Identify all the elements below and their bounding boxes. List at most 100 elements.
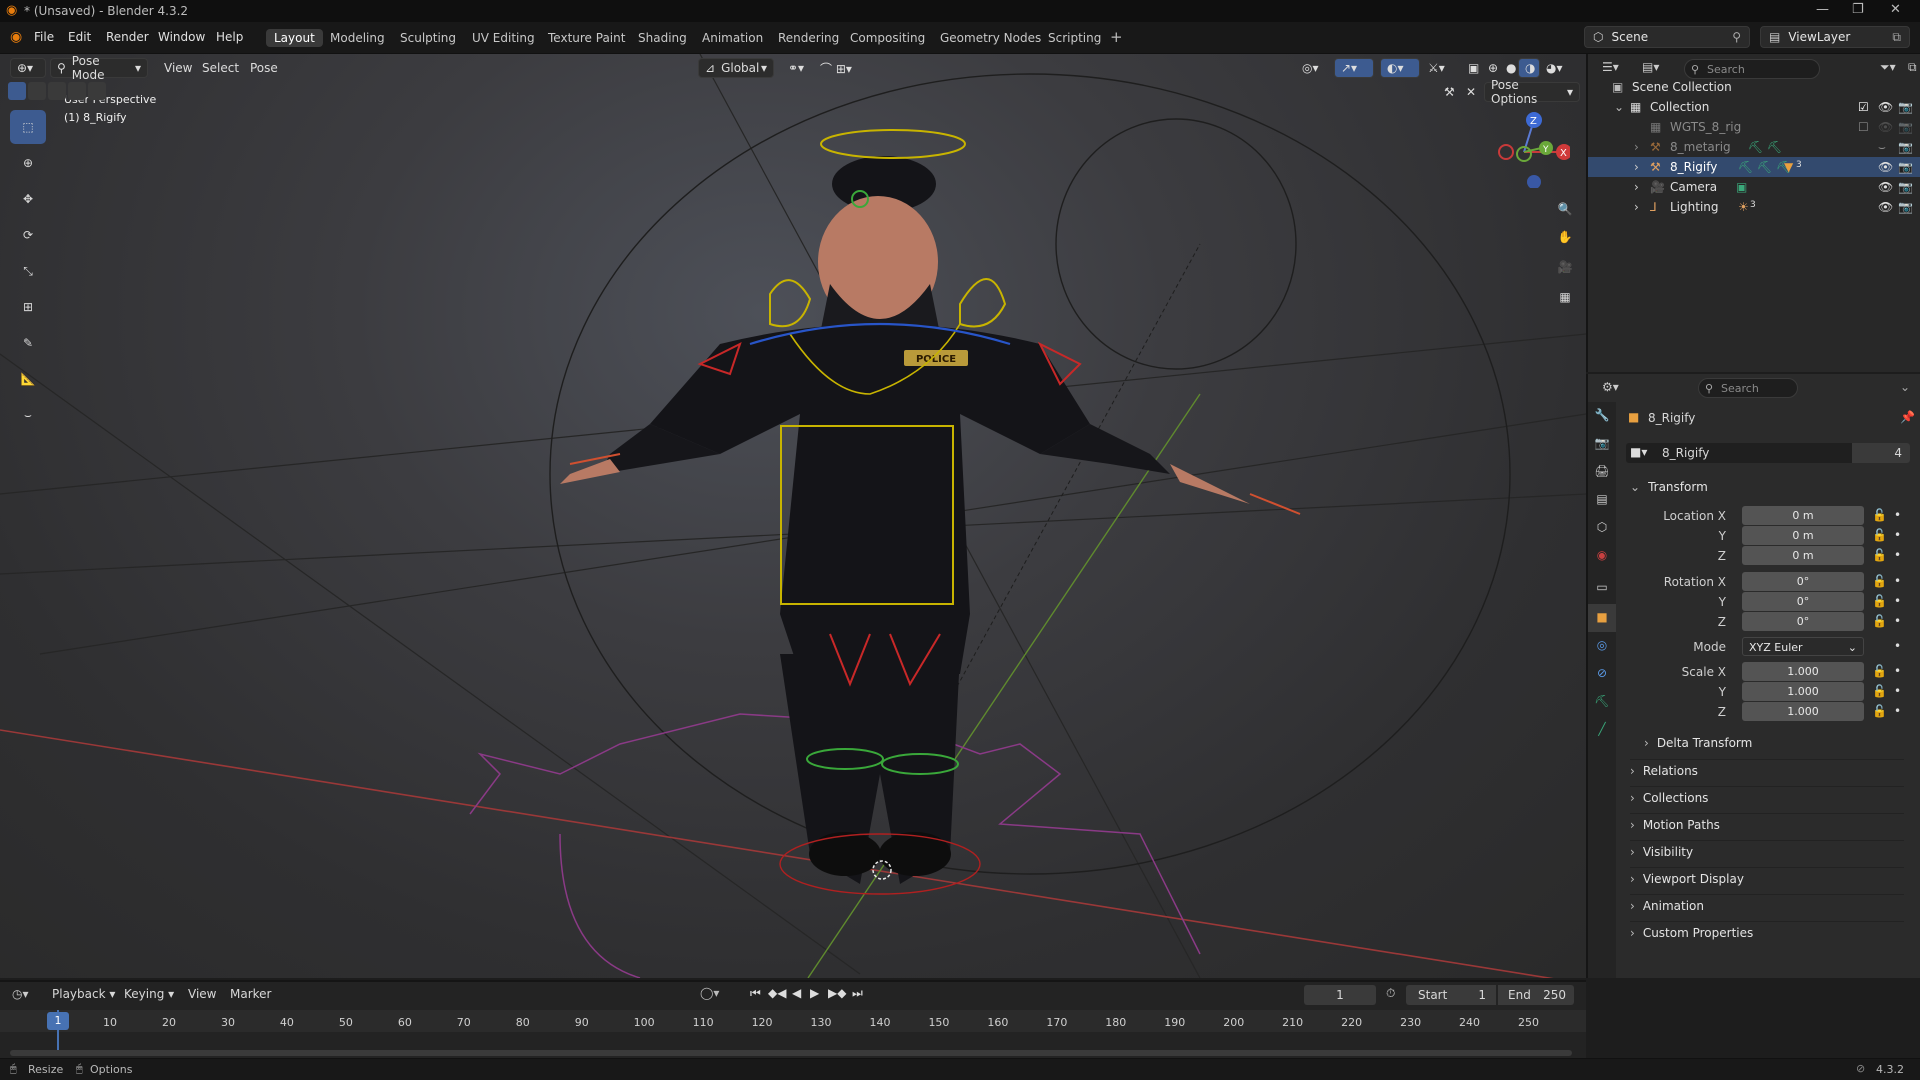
user-count[interactable]: 4 [1852, 443, 1910, 463]
keyframe-dot-icon[interactable]: • [1894, 664, 1901, 678]
location-x-field[interactable]: 0 m [1742, 506, 1864, 525]
tab-texture-paint[interactable]: Texture Paint [540, 29, 633, 47]
camera-icon[interactable]: 📷 [1898, 180, 1913, 194]
annotate-icon[interactable]: ✎ [10, 326, 46, 360]
outliner-row-collection[interactable]: ⌄ ▦ Collection ☑ 👁 📷 [1588, 97, 1920, 117]
viewlayer-selector[interactable]: ▤ ViewLayer ⧉ [1760, 26, 1910, 48]
lock-icon[interactable]: 🔓 [1872, 594, 1887, 608]
keyframe-dot-icon[interactable]: • [1894, 528, 1901, 542]
properties-editor-icon[interactable]: ⚙▾ [1602, 380, 1619, 394]
select-new-icon[interactable] [8, 82, 26, 100]
keyframe-dot-icon[interactable]: • [1894, 594, 1901, 608]
armature-data-tab-icon[interactable]: ⛏ [1588, 688, 1616, 716]
playhead-frame-label[interactable]: 1 [47, 1012, 69, 1030]
tool-tab-icon[interactable]: 🔧 [1588, 402, 1616, 430]
gizmo-toggle-icon[interactable]: ↗▾ [1334, 58, 1374, 78]
viewport-display-section[interactable]: › Viewport Display [1630, 867, 1904, 889]
bone-envelope-icon[interactable]: ⌣ [10, 398, 46, 432]
camera-icon[interactable]: 📷 [1898, 200, 1913, 214]
pose-options-button[interactable]: Pose Options ▾ [1484, 78, 1580, 106]
menu-edit[interactable]: Edit [68, 30, 91, 44]
viewport-menu-view[interactable]: View [158, 58, 198, 78]
chevron-right-icon[interactable]: › [1634, 140, 1639, 154]
tab-uv-editing[interactable]: UV Editing [464, 29, 543, 47]
object-datablock-selector[interactable]: ■▾ 8_Rigify 4 [1626, 443, 1910, 463]
outliner-row-scene-collection[interactable]: ▣ Scene Collection [1588, 77, 1920, 97]
camera-icon[interactable]: 📷 [1898, 160, 1913, 174]
hidden-eye-icon[interactable]: ⌣ [1878, 140, 1886, 155]
filter-icon[interactable]: ⏷▾ [1880, 60, 1896, 75]
select-box-icon[interactable]: ⬚ [10, 110, 46, 144]
rotation-mode-select[interactable]: XYZ Euler ⌄ [1742, 637, 1864, 656]
keyframe-dot-icon[interactable]: • [1894, 614, 1901, 628]
location-z-field[interactable]: 0 m [1742, 546, 1864, 565]
tab-geometry-nodes[interactable]: Geometry Nodes [932, 29, 1049, 47]
tab-modeling[interactable]: Modeling [322, 29, 393, 47]
lock-icon[interactable]: 🔓 [1872, 704, 1887, 718]
shading-material-icon[interactable]: ◑ [1518, 58, 1540, 78]
timeline-menu-view[interactable]: View [188, 987, 216, 1001]
camera-icon[interactable]: 📷 [1898, 120, 1913, 134]
current-frame-field[interactable]: 1 [1304, 985, 1376, 1005]
tab-animation[interactable]: Animation [694, 29, 771, 47]
keyframe-dot-icon[interactable]: • [1894, 574, 1901, 588]
orientation-selector[interactable]: ⊿ Global ▾ [698, 58, 774, 78]
play-reverse-icon[interactable]: ◀ [792, 986, 801, 1000]
camera-icon[interactable]: 📷 [1898, 140, 1913, 154]
scale-z-field[interactable]: 1.000 [1742, 702, 1864, 721]
viewport-menu-pose[interactable]: Pose [244, 58, 284, 78]
ortho-grid-icon[interactable]: ▦ [1550, 284, 1580, 310]
timeline-menu-marker[interactable]: Marker [230, 987, 271, 1001]
properties-search-input[interactable]: ⚲ Search [1698, 378, 1798, 398]
menu-window[interactable]: Window [158, 30, 205, 44]
bone-tab-icon[interactable]: ╱ [1588, 716, 1616, 744]
lock-icon[interactable]: 🔓 [1872, 548, 1887, 562]
rotation-z-field[interactable]: 0° [1742, 612, 1864, 631]
object-tab-icon[interactable]: ■ [1588, 604, 1616, 632]
menu-file[interactable]: File [34, 30, 54, 44]
armature-icon[interactable]: ⚒ [1438, 82, 1461, 102]
tab-sculpting[interactable]: Sculpting [392, 29, 464, 47]
select-invert-icon[interactable] [68, 82, 86, 100]
record-icon[interactable]: ◯▾ [700, 986, 719, 1000]
navigation-gizmo[interactable]: Z X Y [1490, 108, 1572, 189]
keyframe-dot-icon[interactable]: • [1894, 639, 1901, 653]
constraints-tab-icon[interactable]: ⊘ [1588, 660, 1616, 688]
lock-icon[interactable]: 🔓 [1872, 684, 1887, 698]
close-icon[interactable]: ✕ [1460, 82, 1482, 102]
menu-render[interactable]: Render [106, 30, 149, 44]
shading-rendered-icon[interactable]: ◕▾ [1540, 58, 1569, 78]
lock-icon[interactable]: 🔓 [1872, 508, 1887, 522]
close-icon[interactable]: ✕ [1890, 2, 1901, 17]
eye-icon[interactable]: 👁 [1878, 120, 1893, 134]
outliner-row-camera[interactable]: › 🎥 Camera ▣ 👁 📷 [1588, 177, 1920, 197]
eye-icon[interactable]: 👁 [1878, 180, 1893, 194]
cursor-icon[interactable]: ⊕ [10, 146, 46, 180]
overlay-toggle-icon[interactable]: ◐▾ [1380, 58, 1420, 78]
keyframe-dot-icon[interactable]: • [1894, 508, 1901, 522]
transform-section-header[interactable]: ⌄ Transform [1630, 476, 1904, 498]
outliner-editor-icon[interactable]: ☰▾ [1602, 60, 1619, 74]
mode-selector[interactable]: ⚲ Pose Mode ▾ [50, 54, 148, 82]
play-icon[interactable]: ▶ [810, 986, 819, 1000]
checkbox-icon[interactable]: ☑ [1858, 100, 1869, 114]
new-viewlayer-icon[interactable]: ⧉ [1892, 30, 1901, 45]
minimize-icon[interactable]: — [1816, 2, 1829, 17]
select-extend-icon[interactable] [28, 82, 46, 100]
move-icon[interactable]: ✥ [10, 182, 46, 216]
viewport-menu-select[interactable]: Select [196, 58, 245, 78]
outliner-row-metarig[interactable]: › ⚒ 8_metarig ⛏ ⛏ ⌣ 📷 [1588, 137, 1920, 157]
chevron-right-icon[interactable]: › [1634, 180, 1639, 194]
add-workspace-icon[interactable]: + [1110, 28, 1123, 46]
outliner-row-lighting[interactable]: › ⅃ Lighting ☀ 3 👁 📷 [1588, 197, 1920, 217]
editor-type-icon[interactable]: ⊕▾ [10, 58, 46, 78]
keyframe-dot-icon[interactable]: • [1894, 548, 1901, 562]
physics-tab-icon[interactable]: ◎ [1588, 632, 1616, 660]
keyframe-dot-icon[interactable]: • [1894, 684, 1901, 698]
outliner-row-wgts[interactable]: ▦ WGTS_8_rig ☐ 👁 📷 [1588, 117, 1920, 137]
eye-icon[interactable]: 👁 [1878, 200, 1893, 214]
start-frame-field[interactable]: Start 1 [1406, 985, 1496, 1005]
relations-section[interactable]: › Relations [1630, 759, 1904, 781]
pin-icon[interactable]: ⚲ [1732, 30, 1741, 44]
scene-selector[interactable]: ⬡ Scene ⚲ [1584, 26, 1750, 48]
